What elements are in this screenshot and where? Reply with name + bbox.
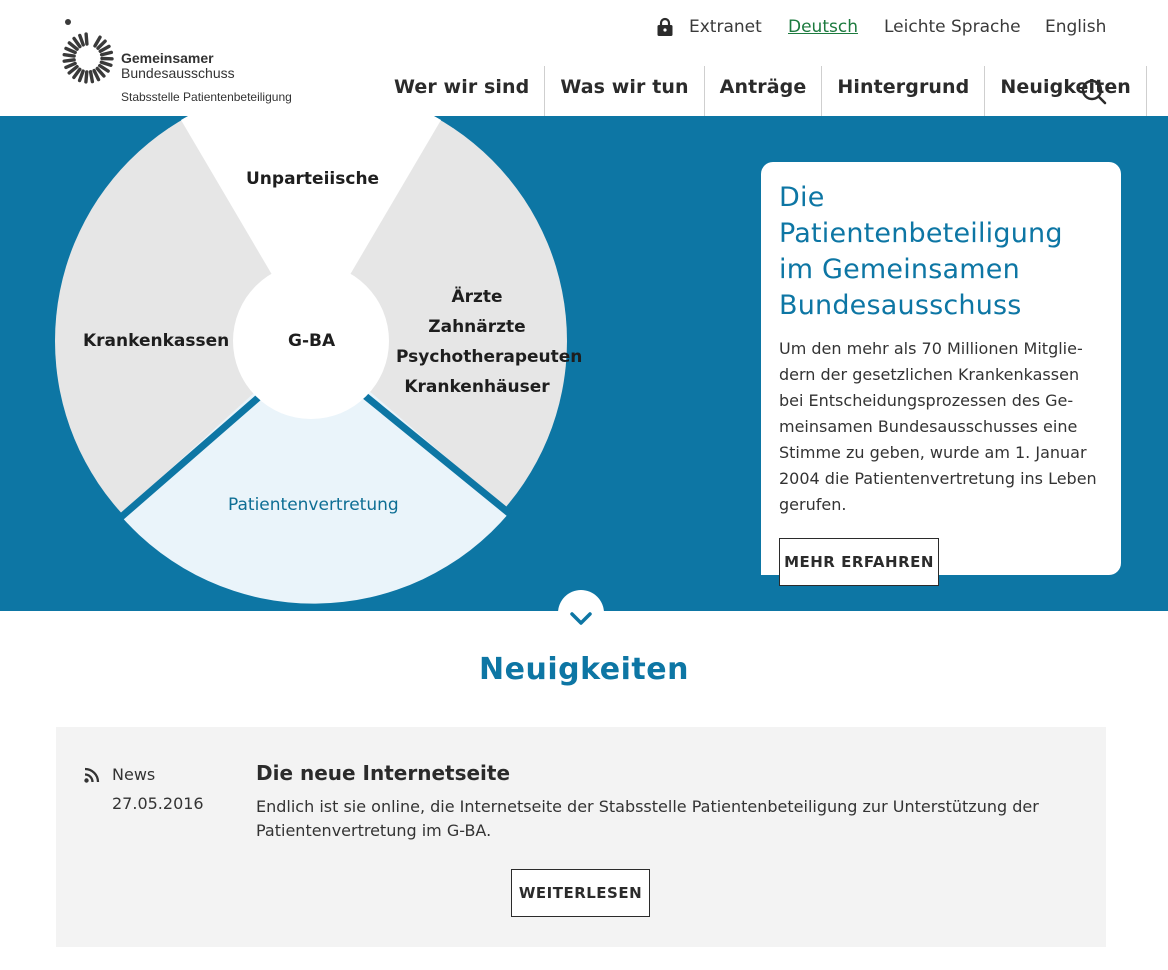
label-krankenkassen[interactable]: Krankenkassen [83, 326, 229, 356]
label-zahnaerzte: Zahnärzte [428, 317, 526, 337]
logo-title: Gemeinsamer [121, 50, 214, 66]
chevron-down-icon [570, 612, 592, 625]
extranet-label: Extranet [689, 17, 762, 37]
news-date: 27.05.2016 [112, 794, 204, 813]
intro-text: Um den mehr als 70 Millionen Mitglie-der… [779, 339, 1097, 514]
logo-tagline: Stabsstelle Patientenbeteiligung [121, 90, 292, 104]
label-krankenhaeuser: Krankenhäuser [404, 377, 550, 397]
news-content: Die neue Internetseite Endlich ist sie o… [256, 759, 1076, 843]
logo-ray [88, 70, 95, 84]
scroll-down-button[interactable] [558, 590, 604, 636]
leichte-sprache-link[interactable]: Leichte Sprache [884, 16, 1021, 38]
label-unparteiische[interactable]: Unparteiische [246, 164, 379, 194]
news-category: News [112, 765, 156, 784]
label-patientenvertretung[interactable]: Patientenvertretung [228, 490, 399, 520]
utility-nav: Extranet Deutsch Leichte Sprache English [0, 16, 1168, 40]
weiterlesen-button[interactable]: WEITERLESEN [511, 869, 650, 917]
main-nav: Wer wir sind Was wir tun Anträge Hinterg… [380, 66, 1147, 116]
extranet-link[interactable]: Extranet [655, 16, 762, 38]
label-psychotherapeuten: Psychotherapeuten [396, 347, 583, 367]
news-text: Endlich ist sie online, die Internetseit… [256, 797, 1039, 840]
logo-ray [98, 44, 111, 53]
nav-item-neuigkeiten[interactable]: Neuigkeiten [985, 66, 1147, 116]
logo-ray [64, 61, 77, 70]
logo-ray [99, 50, 114, 57]
logo-ray [62, 52, 76, 58]
lang-deutsch-link[interactable]: Deutsch [788, 16, 858, 38]
intro-card: Die Patientenbeteiligung im Gemeinsamen … [761, 162, 1121, 586]
label-aerzte: Ärzte [451, 287, 503, 307]
logo-ray [84, 70, 89, 84]
search-icon[interactable] [1080, 78, 1108, 106]
lang-english-link[interactable]: English [1045, 16, 1106, 38]
nav-item-hintergrund[interactable]: Hintergrund [822, 66, 986, 116]
nav-item-wer-wir-sind[interactable]: Wer wir sind [380, 66, 546, 116]
site-header: Gemeinsamer Bundesausschuss Stabsstelle … [0, 0, 1168, 116]
lock-icon [657, 17, 673, 36]
nav-item-antraege[interactable]: Anträge [705, 66, 823, 116]
logo-ray [99, 60, 113, 67]
news-heading: Neuigkeiten [479, 652, 689, 687]
nav-item-was-wir-tun[interactable]: Was wir tun [545, 66, 705, 116]
label-gba[interactable]: G-BA [288, 326, 335, 356]
mehr-erfahren-button[interactable]: MEHR ERFAHREN [779, 538, 939, 586]
logo-ray [64, 46, 77, 55]
news-item: News 27.05.2016 Die neue Internetseite E… [56, 727, 1106, 947]
logo-ray [77, 69, 85, 83]
label-leistungserbringer[interactable]: Ärzte Zahnärzte Psychotherapeuten Kranke… [396, 282, 583, 402]
logo-subtitle: Bundesausschuss [121, 65, 235, 81]
rss-icon [84, 767, 100, 783]
logo-ray [62, 58, 76, 63]
intro-title: Die Patientenbeteiligung im Gemeinsamen … [779, 182, 1063, 321]
hero-section: Unparteiische Krankenkassen G-BA Ärzte Z… [0, 116, 1168, 611]
logo-ray [92, 68, 101, 82]
news-title[interactable]: Die neue Internetseite [256, 759, 1076, 787]
